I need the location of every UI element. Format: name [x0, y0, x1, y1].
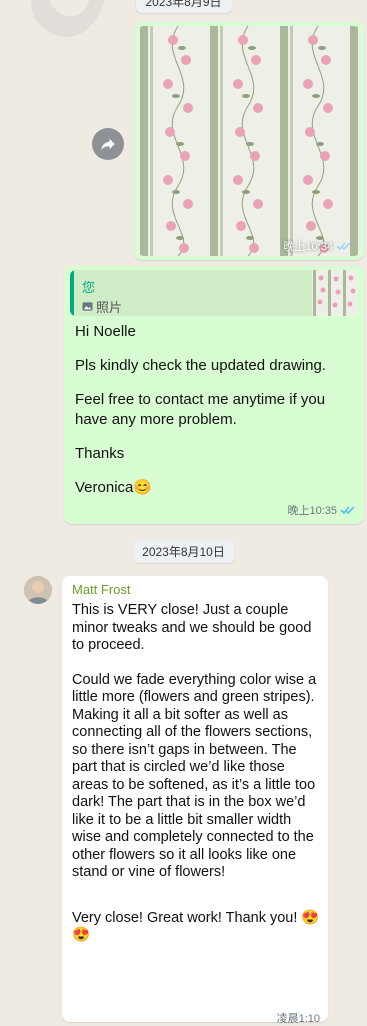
- avatar[interactable]: [24, 576, 52, 604]
- reply-message-meta: 晚上10:35: [287, 502, 356, 518]
- message-line: Pls kindly check the updated drawing.: [75, 357, 326, 374]
- message-line: Feel free to contact me anytime if you h…: [75, 391, 326, 428]
- reply-message-time: 晚上10:35: [287, 505, 337, 517]
- read-receipt-icon: [336, 242, 351, 251]
- wallpaper-image[interactable]: [138, 26, 360, 256]
- sender-name[interactable]: Matt Frost: [72, 582, 131, 597]
- quote-preview-label: 照片: [96, 300, 123, 315]
- outgoing-text-message[interactable]: 您 照片 Hi Noelle Pls kindly check the upda…: [64, 266, 364, 524]
- message-line: Veronica😊: [75, 479, 153, 496]
- image-message-meta: 晚上10:34: [283, 238, 352, 254]
- incoming-message-meta: 凌晨1:10: [277, 1010, 320, 1026]
- quote-accent-bar: [70, 270, 74, 316]
- message-line: Hi Noelle: [75, 323, 136, 340]
- quote-thumbnail-image: [312, 270, 358, 316]
- date-separator-top: 2023年8月9日: [135, 0, 232, 13]
- quote-preview: 照片: [82, 297, 122, 316]
- message-line: Could we fade everything color wise a li…: [72, 671, 317, 881]
- photo-icon: [82, 302, 93, 311]
- message-line: Very close! Great work! Thank you! 😍😍: [72, 909, 320, 944]
- read-receipt-icon: [340, 506, 355, 515]
- quoted-message[interactable]: 您 照片: [70, 270, 358, 316]
- quote-sender: 您: [82, 280, 96, 295]
- forward-arrow-icon: [101, 138, 115, 150]
- forward-icon[interactable]: [92, 128, 124, 160]
- avatar-image: [24, 576, 52, 604]
- incoming-text-message[interactable]: Matt Frost This is VERY close! Just a co…: [62, 576, 328, 1025]
- quote-thumbnail: [312, 270, 358, 316]
- image-message-bubble[interactable]: 晚上10:34: [134, 22, 364, 260]
- message-line: Thanks: [75, 445, 125, 462]
- floral-stripe-image: [138, 26, 360, 256]
- message-line: This is VERY close! Just a couple minor …: [72, 602, 312, 653]
- message-body: This is VERY close! Just a couple minor …: [72, 602, 322, 962]
- date-separator: 2023年8月10日: [132, 540, 235, 563]
- message-body: Hi Noelle Pls kindly check the updated d…: [75, 322, 360, 512]
- image-message-time: 晚上10:34: [283, 241, 333, 253]
- incoming-message-time: 凌晨1:10: [276, 1013, 320, 1025]
